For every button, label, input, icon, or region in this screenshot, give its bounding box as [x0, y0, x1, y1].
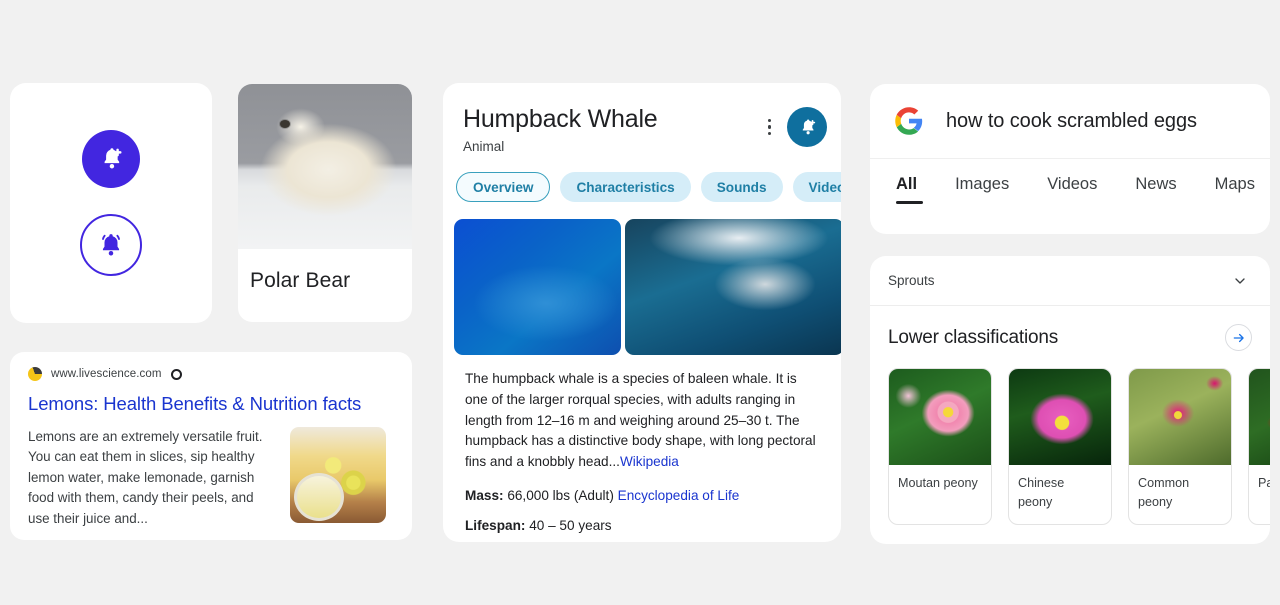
list-item[interactable]: Chinese peony — [1008, 368, 1112, 525]
list-item[interactable]: Pa ter — [1248, 368, 1270, 525]
tab-images[interactable]: Images — [955, 175, 1009, 206]
whale-notify-button[interactable] — [787, 107, 827, 147]
whale-description-block: The humpback whale is a species of balee… — [443, 355, 841, 533]
see-more-button[interactable] — [1225, 324, 1252, 351]
paeonia-tenuifolia-photo — [1249, 369, 1270, 465]
result-site-url: www.livescience.com — [51, 368, 162, 380]
search-query-text: how to cook scrambled eggs — [946, 109, 1197, 132]
list-item-label: Pa ter — [1258, 476, 1270, 490]
whale-image-2[interactable] — [625, 219, 841, 355]
section-title: Lower classifications — [888, 326, 1059, 348]
polar-bear-image — [238, 84, 412, 249]
chip-overview[interactable]: Overview — [456, 172, 551, 202]
result-title-link[interactable]: Lemons: Health Benefits & Nutrition fact… — [28, 393, 394, 415]
notification-active-outlined-button[interactable] — [80, 214, 142, 276]
polar-bear-caption: Polar Bear — [250, 269, 351, 292]
lemon-result-card[interactable]: www.livescience.com Lemons: Health Benef… — [10, 352, 412, 540]
classification-carousel[interactable]: Moutan peony Chinese peony Common peony … — [870, 351, 1270, 525]
moutan-peony-photo — [889, 369, 991, 465]
tab-maps[interactable]: Maps — [1215, 175, 1255, 206]
result-thumbnail — [290, 427, 386, 523]
notification-buttons-card — [10, 83, 212, 323]
chip-videos[interactable]: Videos — [792, 172, 841, 202]
humpback-whale-card: Humpback Whale Animal Overview Character… — [443, 83, 841, 542]
whale-description: The humpback whale is a species of balee… — [465, 369, 819, 473]
whale-image-1[interactable] — [454, 219, 621, 355]
google-logo-icon — [895, 107, 923, 135]
polar-bear-card[interactable]: Polar Bear — [238, 84, 412, 322]
lower-classifications-card: Sprouts Lower classifications Moutan peo… — [870, 256, 1270, 544]
whale-card-header: Humpback Whale Animal — [443, 83, 841, 154]
list-item-label: Moutan peony — [898, 476, 978, 490]
chip-characteristics[interactable]: Characteristics — [560, 172, 691, 202]
chip-sounds[interactable]: Sounds — [700, 172, 783, 202]
bell-plus-icon — [104, 148, 122, 169]
list-item[interactable]: Moutan peony — [888, 368, 992, 525]
bell-plus-icon — [802, 119, 815, 134]
header-actions — [767, 107, 827, 147]
fact-mass-value: 66,000 lbs (Adult) — [507, 487, 614, 503]
bell-ringing-icon — [102, 234, 120, 256]
tab-videos[interactable]: Videos — [1047, 175, 1097, 206]
google-search-card: how to cook scrambled eggs All Images Vi… — [870, 84, 1270, 234]
livescience-favicon — [28, 367, 42, 381]
tab-news[interactable]: News — [1135, 175, 1176, 206]
more-options-icon[interactable] — [170, 368, 182, 380]
sprouts-accordion-row[interactable]: Sprouts — [870, 256, 1270, 306]
wikipedia-link[interactable]: Wikipedia — [620, 454, 679, 469]
result-site-row: www.livescience.com — [28, 366, 394, 382]
list-item[interactable]: Common peony — [1128, 368, 1232, 525]
chinese-peony-photo — [1009, 369, 1111, 465]
whale-image-strip — [443, 202, 841, 355]
result-body: Lemons are an extremely versatile fruit.… — [28, 427, 394, 529]
fact-mass-label: Mass: — [465, 487, 504, 503]
chevron-down-icon[interactable] — [1232, 273, 1248, 289]
tab-all[interactable]: All — [896, 175, 924, 206]
fact-lifespan: Lifespan: 40 – 50 years — [465, 518, 819, 533]
notification-add-filled-button[interactable] — [82, 130, 140, 188]
sprouts-label: Sprouts — [888, 273, 935, 288]
list-item-label: Common peony — [1138, 476, 1190, 509]
list-item-label: Chinese peony — [1018, 476, 1065, 509]
search-tabs: All Images Videos News Maps — [870, 159, 1270, 206]
common-peony-photo — [1129, 369, 1231, 465]
fact-lifespan-label: Lifespan: — [465, 517, 526, 533]
encyclopedia-of-life-link[interactable]: Encyclopedia of Life — [618, 488, 740, 503]
arrow-right-icon — [1233, 333, 1244, 342]
more-vertical-icon[interactable] — [767, 118, 771, 136]
fact-lifespan-value: 40 – 50 years — [529, 517, 612, 533]
fact-mass: Mass: 66,000 lbs (Adult) Encyclopedia of… — [465, 488, 819, 503]
screenshot-canvas: Polar Bear www.livescience.com Lemons: H… — [0, 0, 1280, 605]
lower-classifications-header: Lower classifications — [870, 306, 1270, 351]
whale-tab-chips: Overview Characteristics Sounds Videos — [443, 154, 841, 202]
result-snippet: Lemons are an extremely versatile fruit.… — [28, 429, 263, 526]
search-bar[interactable]: how to cook scrambled eggs — [870, 84, 1270, 159]
